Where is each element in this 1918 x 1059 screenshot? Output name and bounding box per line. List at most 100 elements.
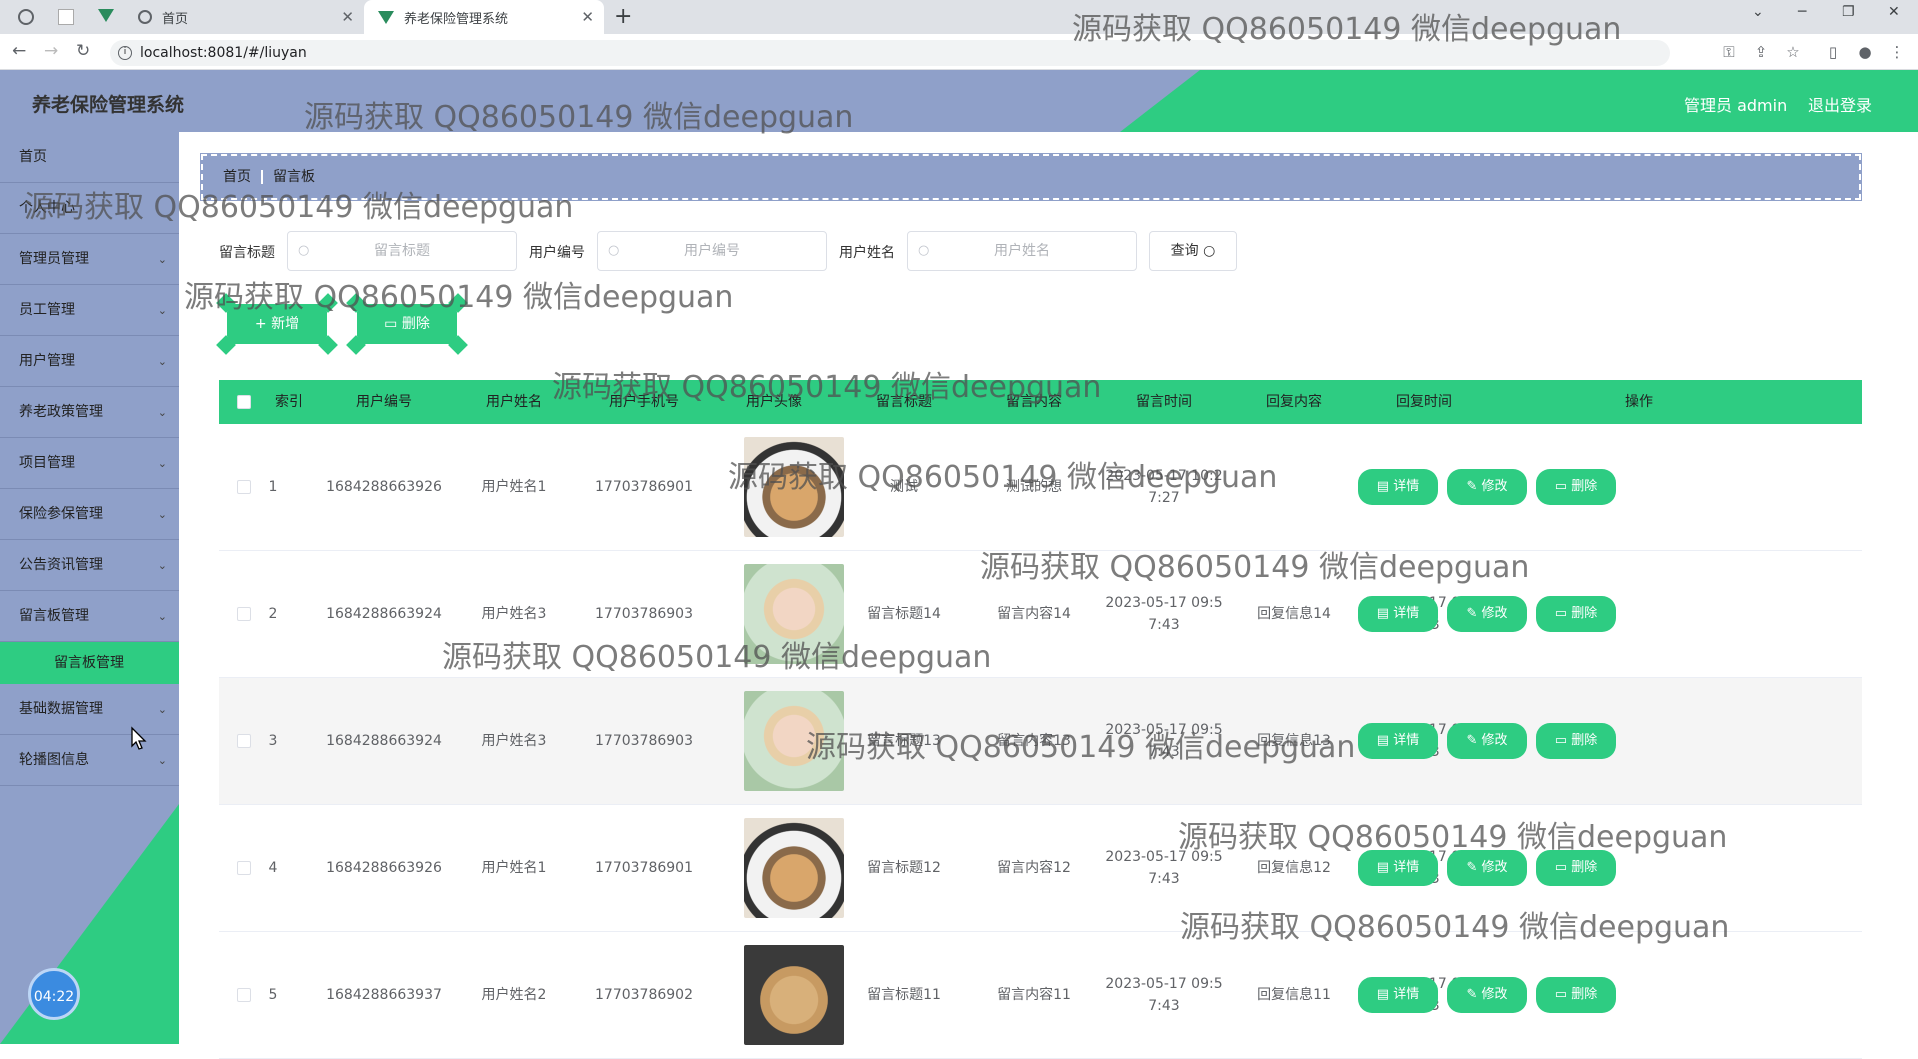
sidebar-item-messages[interactable]: 留言板管理 ⌄ <box>0 591 179 642</box>
sidebar-corner <box>0 804 179 1044</box>
op-label: 详情 <box>1393 987 1420 1002</box>
table-header: 索引 用户编号 用户姓名 用户手机号 用户头像 留言标题 留言内容 留言时间 回… <box>219 380 1862 424</box>
op-label: 删除 <box>1571 860 1598 875</box>
breadcrumb-current: 留言板 <box>273 169 315 185</box>
url-input[interactable]: i localhost:8081/#/liuyan <box>110 40 1670 66</box>
pencil-icon: ✎ <box>1466 860 1482 875</box>
sidebar-item-news[interactable]: 公告资讯管理 ⌄ <box>0 540 179 591</box>
close-icon[interactable]: ✕ <box>581 8 594 26</box>
main-content: 首页 留言板 留言标题 ○ 留言标题 用户编号 ○ 用户编号 用户姓名 ○ 用户姓名 查… <box>179 132 1918 1059</box>
menu-icon[interactable]: ⋮ <box>1888 43 1906 61</box>
avatar[interactable] <box>744 945 844 1045</box>
logout-link[interactable]: 退出登录 <box>1808 92 1872 116</box>
row-delete-button[interactable]: ▭ 删除 <box>1536 469 1616 505</box>
minimize-icon[interactable]: ─ <box>1798 4 1806 20</box>
cell-phone: 17703786901 <box>595 479 693 495</box>
share-icon[interactable]: ⇪ <box>1752 43 1770 61</box>
sidebar-item-basedata[interactable]: 基础数据管理 ⌄ <box>0 684 179 735</box>
sidebar-item-home[interactable]: 首页 <box>0 132 179 183</box>
col-phone: 用户手机号 <box>609 394 679 410</box>
cell-time-date: 2023-05-17 09:5 <box>1105 595 1223 611</box>
add-button[interactable]: + 新增 <box>227 304 327 344</box>
edit-button[interactable]: ✎ 修改 <box>1447 723 1527 759</box>
cell-user-no: 1684288663937 <box>326 987 442 1003</box>
row-delete-button[interactable]: ▭ 删除 <box>1536 850 1616 886</box>
cell-user-name: 用户姓名1 <box>481 860 547 876</box>
delete-button[interactable]: ▭ 删除 <box>357 304 457 344</box>
row-checkbox[interactable] <box>237 734 251 748</box>
forward-icon[interactable]: → <box>44 41 58 61</box>
sidebar-item-users[interactable]: 用户管理 ⌄ <box>0 336 179 387</box>
window-close-icon[interactable]: ✕ <box>1888 4 1900 20</box>
cell-title: 留言标题13 <box>867 733 941 749</box>
cell-time-clock: 7:43 <box>1148 871 1180 887</box>
sidebar-subitem-messages[interactable]: 留言板管理 <box>0 642 179 684</box>
edit-button[interactable]: ✎ 修改 <box>1447 469 1527 505</box>
key-icon[interactable]: ⚿ <box>1720 43 1738 61</box>
avatar[interactable] <box>744 691 844 791</box>
restore-icon[interactable]: ❐ <box>1842 4 1855 20</box>
new-tab-icon[interactable]: + <box>614 4 632 29</box>
query-button[interactable]: 查询 ○ <box>1149 231 1237 271</box>
row-checkbox[interactable] <box>237 607 251 621</box>
edit-button[interactable]: ✎ 修改 <box>1447 596 1527 632</box>
chevron-down-icon: ⌄ <box>157 703 167 716</box>
sidebar-item-profile[interactable]: 个人中心 <box>0 183 179 234</box>
sidebar-item-carousel[interactable]: 轮播图信息 ⌄ <box>0 735 179 786</box>
sidepanel-icon[interactable]: ▯ <box>1824 43 1842 61</box>
reload-icon[interactable]: ↻ <box>76 41 90 61</box>
row-delete-button[interactable]: ▭ 删除 <box>1536 723 1616 759</box>
sidebar-item-staff[interactable]: 员工管理 ⌄ <box>0 285 179 336</box>
row-checkbox[interactable] <box>237 480 251 494</box>
sidebar-item-admin[interactable]: 管理员管理 ⌄ <box>0 234 179 285</box>
search-input-userno[interactable]: ○ 用户编号 <box>597 231 827 271</box>
cell-title: 测试 <box>890 479 918 495</box>
search-input-title[interactable]: ○ 留言标题 <box>287 231 517 271</box>
tab-favicon-icon[interactable] <box>18 9 34 25</box>
detail-button[interactable]: ▤ 详情 <box>1358 596 1438 632</box>
chevron-down-icon[interactable]: ⌄ <box>1752 4 1764 20</box>
timer-badge[interactable]: 04:22 <box>28 968 80 1020</box>
row-delete-button[interactable]: ▭ 删除 <box>1536 596 1616 632</box>
tab-vue-icon[interactable] <box>98 9 114 22</box>
row-checkbox[interactable] <box>237 988 251 1002</box>
op-label: 详情 <box>1393 606 1420 621</box>
sidebar-item-policy[interactable]: 养老政策管理 ⌄ <box>0 387 179 438</box>
breadcrumb-home[interactable]: 首页 <box>223 169 251 185</box>
cell-reply: 回复信息14 <box>1257 606 1331 622</box>
avatar[interactable] <box>744 818 844 918</box>
tab-blank-icon[interactable] <box>58 9 74 25</box>
back-icon[interactable]: ← <box>12 41 26 61</box>
star-icon[interactable]: ☆ <box>1784 43 1802 61</box>
chevron-down-icon: ⌄ <box>157 457 167 470</box>
tab-home[interactable]: 首页 ✕ <box>124 0 364 34</box>
sidebar-item-projects[interactable]: 项目管理 ⌄ <box>0 438 179 489</box>
edit-button[interactable]: ✎ 修改 <box>1447 850 1527 886</box>
detail-button[interactable]: ▤ 详情 <box>1358 469 1438 505</box>
sidebar-item-insurance[interactable]: 保险参保管理 ⌄ <box>0 489 179 540</box>
edit-button[interactable]: ✎ 修改 <box>1447 977 1527 1013</box>
chevron-down-icon: ⌄ <box>157 754 167 767</box>
tab-active[interactable]: 养老保险管理系统 ✕ <box>364 0 604 34</box>
row-delete-button[interactable]: ▭ 删除 <box>1536 977 1616 1013</box>
op-label: 修改 <box>1481 733 1508 748</box>
search-input-username[interactable]: ○ 用户姓名 <box>907 231 1137 271</box>
avatar[interactable] <box>744 437 844 537</box>
col-index: 索引 <box>275 394 303 410</box>
col-reply-time: 回复时间 <box>1396 394 1452 410</box>
cell-index: 2 <box>268 606 278 622</box>
detail-button[interactable]: ▤ 详情 <box>1358 723 1438 759</box>
sidebar: 首页 个人中心 管理员管理 ⌄ 员工管理 ⌄ 用户管理 ⌄ 养老政策管理 ⌄ 项目管理 ⌄… <box>0 132 179 1044</box>
close-icon[interactable]: ✕ <box>341 8 354 26</box>
cell-title: 留言标题14 <box>867 606 941 622</box>
cell-reply: 回复信息13 <box>1257 733 1331 749</box>
detail-button[interactable]: ▤ 详情 <box>1358 977 1438 1013</box>
select-all-checkbox[interactable] <box>237 395 251 409</box>
cell-user-name: 用户姓名2 <box>481 987 547 1003</box>
cell-phone: 17703786901 <box>595 860 693 876</box>
row-checkbox[interactable] <box>237 861 251 875</box>
detail-button[interactable]: ▤ 详情 <box>1358 850 1438 886</box>
avatar[interactable] <box>744 564 844 664</box>
info-icon[interactable]: i <box>118 46 132 60</box>
profile-icon[interactable]: ● <box>1856 43 1874 61</box>
